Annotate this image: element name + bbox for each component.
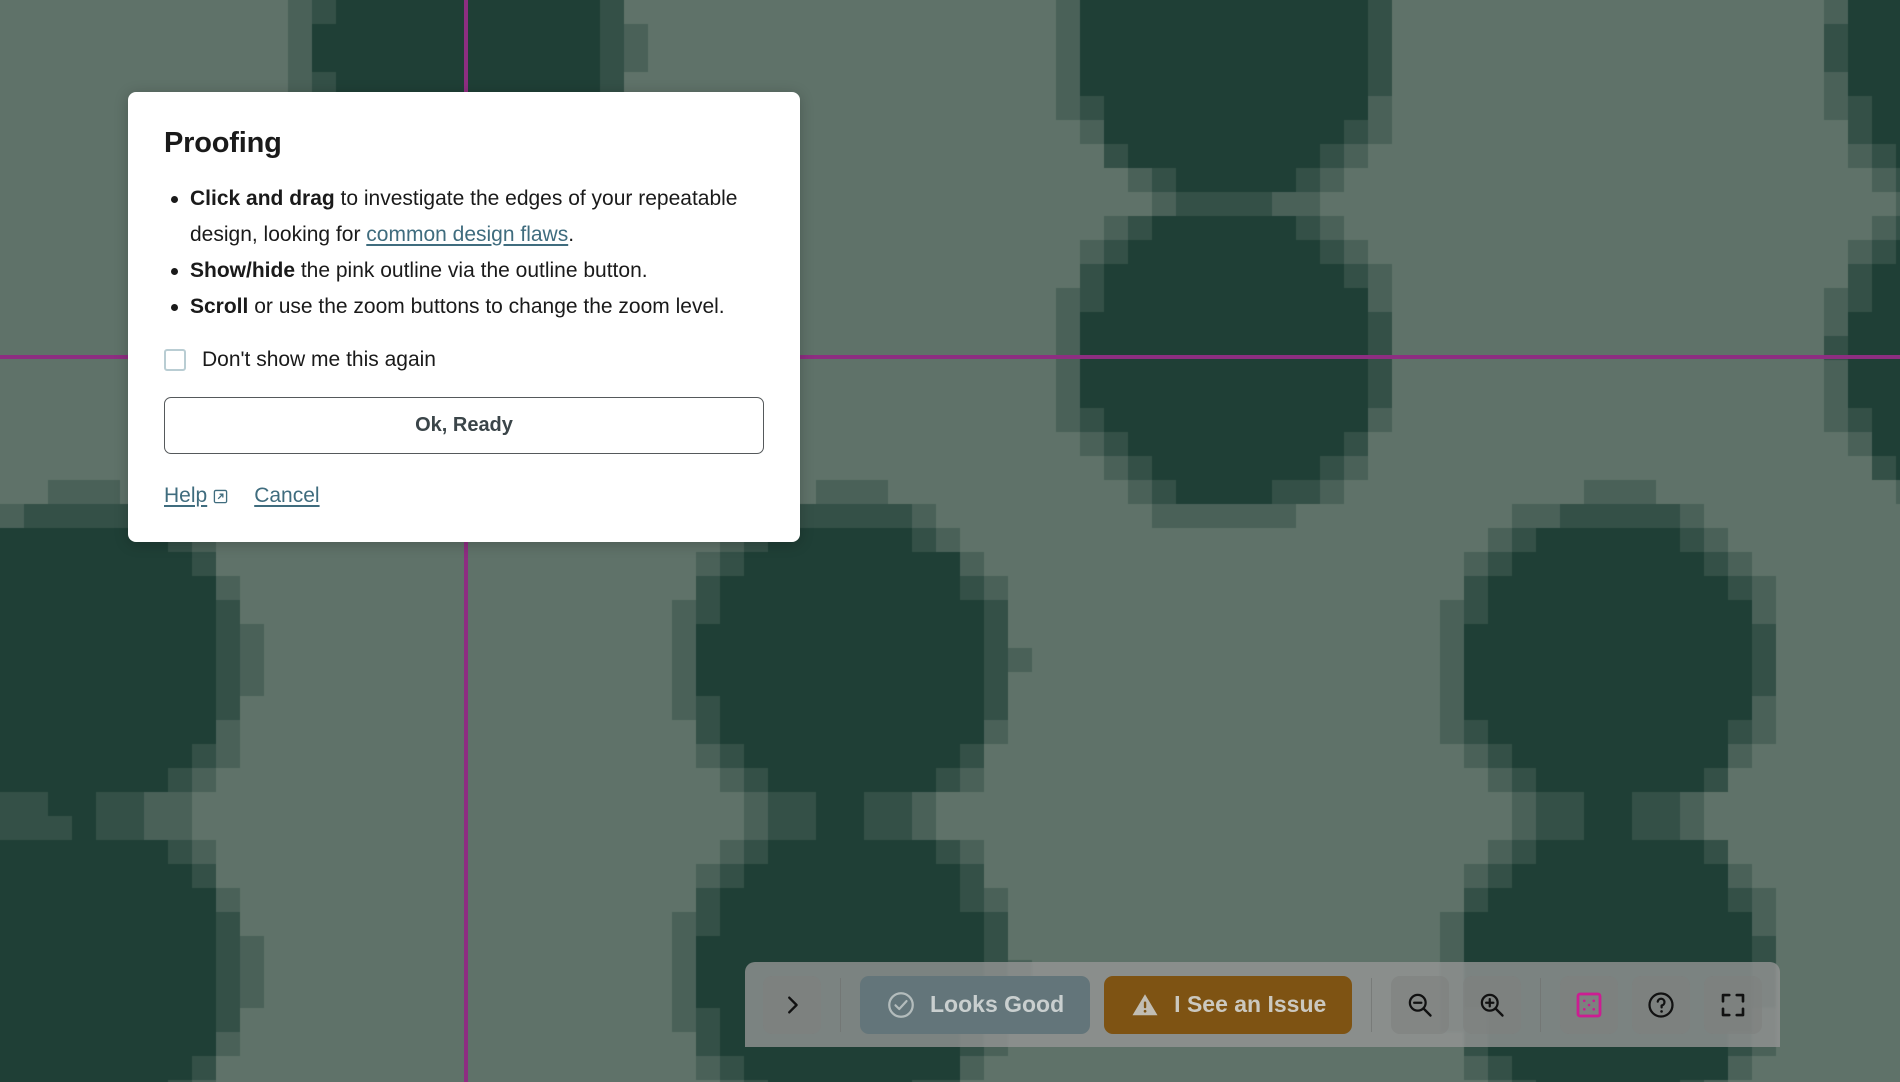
bullet-lead-1: Show/hide bbox=[190, 258, 295, 282]
bullet-text-2: or use the zoom buttons to change the zo… bbox=[248, 294, 725, 318]
toolbar-divider bbox=[840, 977, 841, 1032]
bullet-tail-0: . bbox=[568, 222, 575, 246]
cancel-link[interactable]: Cancel bbox=[254, 484, 319, 508]
help-circle-icon bbox=[1646, 990, 1676, 1020]
proofing-toolbar: Looks Good I See an Issue bbox=[745, 962, 1781, 1047]
zoom-out-button[interactable] bbox=[1391, 975, 1450, 1034]
dont-show-again-label: Don't show me this again bbox=[202, 348, 436, 372]
proofing-dialog: Proofing Click and drag to investigate t… bbox=[128, 92, 800, 542]
looks-good-button[interactable]: Looks Good bbox=[860, 975, 1091, 1034]
help-button[interactable] bbox=[1632, 975, 1691, 1034]
chevron-right-icon bbox=[781, 994, 803, 1016]
common-design-flaws-link[interactable]: common design flaws bbox=[366, 223, 568, 246]
bullet-lead-2: Scroll bbox=[190, 294, 249, 318]
i-see-an-issue-button[interactable]: I See an Issue bbox=[1104, 975, 1353, 1034]
expand-toolbar-button[interactable] bbox=[763, 975, 821, 1034]
dialog-title: Proofing bbox=[164, 127, 282, 159]
check-circle-icon bbox=[886, 990, 916, 1020]
i-see-an-issue-label: I See an Issue bbox=[1174, 991, 1327, 1017]
proofing-viewer: Proofing Click and drag to investigate t… bbox=[0, 0, 1900, 1082]
repeat-outline-icon bbox=[1574, 990, 1604, 1020]
ok-ready-button[interactable]: Ok, Ready bbox=[164, 396, 764, 454]
instruction-list: Click and drag to investigate the edges … bbox=[164, 181, 764, 325]
external-link-icon bbox=[213, 489, 228, 504]
bullet-text-1: the pink outline via the outline button. bbox=[295, 258, 648, 282]
cancel-link-label: Cancel bbox=[254, 483, 320, 507]
toggle-outline-button[interactable] bbox=[1560, 975, 1619, 1034]
looks-good-label: Looks Good bbox=[930, 991, 1065, 1017]
zoom-in-button[interactable] bbox=[1463, 975, 1522, 1034]
help-link-label: Help bbox=[164, 483, 208, 507]
dont-show-again-row[interactable]: Don't show me this again bbox=[164, 348, 764, 372]
list-item: Click and drag to investigate the edges … bbox=[171, 181, 764, 253]
list-item: Scroll or use the zoom buttons to change… bbox=[171, 289, 764, 325]
fullscreen-button[interactable] bbox=[1704, 975, 1763, 1034]
zoom-in-icon bbox=[1477, 990, 1507, 1020]
toolbar-divider bbox=[1540, 977, 1542, 1032]
warning-triangle-icon bbox=[1130, 990, 1160, 1020]
bullet-lead-0: Click and drag bbox=[190, 186, 335, 210]
zoom-out-icon bbox=[1405, 990, 1435, 1020]
list-item: Show/hide the pink outline via the outli… bbox=[171, 253, 764, 289]
dont-show-again-checkbox[interactable] bbox=[164, 348, 186, 371]
dialog-footer: Help Cancel bbox=[164, 484, 764, 508]
help-link[interactable]: Help bbox=[164, 484, 228, 508]
toolbar-divider bbox=[1371, 977, 1373, 1032]
fullscreen-icon bbox=[1718, 990, 1748, 1020]
